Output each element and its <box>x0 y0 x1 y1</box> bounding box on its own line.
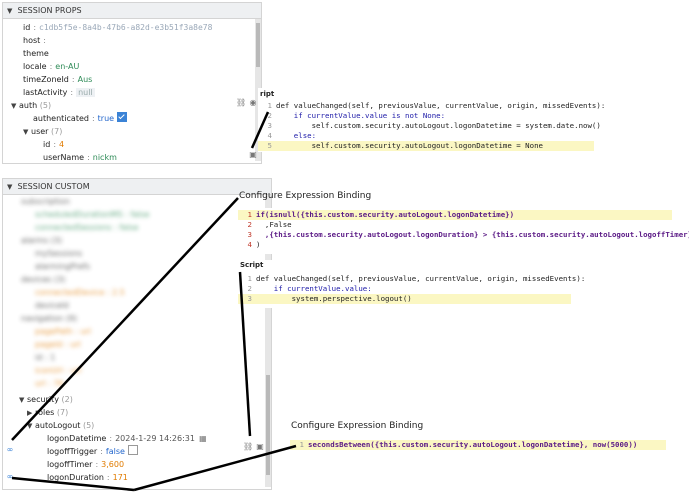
custom-row-logoff-timer[interactable]: logoffTimer:3,600 <box>47 458 124 471</box>
prop-row-username[interactable]: userName: nickm <box>43 151 117 164</box>
expr1-line: 2 ,False <box>247 220 292 229</box>
prop-row-timezone[interactable]: timeZoneId: Aus <box>23 73 92 86</box>
chevron-down-icon[interactable]: ▼ <box>23 126 31 139</box>
script2-label: Script <box>240 261 264 269</box>
chevron-down-icon[interactable]: ▼ <box>27 420 35 433</box>
session-props-tree: id: c1db5f5e-8a4b-47b6-a82d-e3b51f3a8e78 … <box>3 19 261 163</box>
prop-row-auth[interactable]: ▼ auth (5) <box>11 99 51 112</box>
prop-row-id[interactable]: id: c1db5f5e-8a4b-47b6-a82d-e3b51f3a8e78 <box>23 21 212 34</box>
logoff-trigger-checkbox[interactable] <box>127 445 138 455</box>
script-top-line: 1 def valueChanged(self, previousValue, c… <box>267 101 606 110</box>
prop-row-theme[interactable]: theme <box>23 47 49 60</box>
expr2-editor[interactable]: 1 secondsBetween({this.custom.security.au… <box>290 438 666 452</box>
prop-row-host[interactable]: host: <box>23 34 49 47</box>
chevron-down-icon[interactable]: ▼ <box>7 4 15 19</box>
custom-row-autologout[interactable]: ▼ autoLogout (5) <box>27 419 94 432</box>
script-top-line: 3 self.custom.security.autoLogout.logonD… <box>267 121 601 130</box>
expr2-line: 1 secondsBetween({this.custom.security.au… <box>290 440 666 450</box>
script2-line: 1 def valueChanged(self, previousValue, c… <box>247 274 586 283</box>
session-custom-header[interactable]: ▼ SESSION CUSTOM <box>3 179 271 195</box>
scrollbar-thumb[interactable] <box>256 23 260 67</box>
prop-row-locale[interactable]: locale: en-AU <box>23 60 79 73</box>
session-props-panel: ▼ SESSION PROPS id: c1db5f5e-8a4b-47b6-a8… <box>2 2 262 164</box>
script-top-label: ript <box>260 90 275 98</box>
script-top-editor[interactable]: ript 1 def valueChanged(self, previousVal… <box>258 88 606 152</box>
script2-editor[interactable]: Script 1 def valueChanged(self, previousV… <box>238 260 586 308</box>
expr1-line: 4) <box>247 240 261 249</box>
calendar-icon[interactable]: ▦ <box>198 434 208 444</box>
script2-line-highlighted: 3 system.perspective.logout() <box>238 294 571 304</box>
prop-row-authenticated[interactable]: authenticated: true <box>33 112 128 125</box>
eye-icon[interactable]: ◉ <box>248 98 258 108</box>
expr1-line: 3 ,{this.custom.security.autoLogout.logo… <box>247 230 689 239</box>
binding-icon[interactable]: ⛓ <box>243 442 253 452</box>
session-props-title: SESSION PROPS <box>17 6 82 15</box>
expr1-line: 1 if(isnull({this.custom.security.autoLog… <box>238 210 672 220</box>
prop-row-user[interactable]: ▼ user (7) <box>23 125 62 138</box>
expr1-title: Configure Expression Binding <box>239 191 372 201</box>
script-icon[interactable]: ▣ <box>248 150 258 160</box>
session-custom-panel: ▼ SESSION CUSTOM subscription scheduledD… <box>2 178 272 490</box>
chevron-down-icon[interactable]: ▼ <box>19 394 27 407</box>
custom-row-security[interactable]: ▼ security (2) <box>19 393 73 406</box>
blurred-tree-section: subscription scheduledDurationMS : false… <box>21 197 150 388</box>
script-top-line-highlighted: 5 self.custom.security.autoLogout.logonD… <box>258 141 594 151</box>
script-top-line: 2 if currentValue.value is not None: <box>267 111 446 120</box>
expr2-title: Configure Expression Binding <box>291 421 424 431</box>
binding-icon[interactable]: ⛓ <box>236 98 246 108</box>
custom-row-logon-datetime[interactable]: logonDatetime:2024-1-29 14:26:31 ▦ <box>47 432 208 445</box>
session-custom-title: SESSION CUSTOM <box>17 182 90 191</box>
custom-row-logon-duration[interactable]: logonDuration:171 <box>47 471 128 484</box>
binding-link-icon[interactable]: ∞ <box>5 472 15 482</box>
script2-line: 2 if currentValue.value: <box>247 284 372 293</box>
chevron-down-icon[interactable]: ▼ <box>7 180 15 195</box>
prop-row-user-id[interactable]: id:4 <box>43 138 64 151</box>
expr1-editor[interactable]: 1 if(isnull({this.custom.security.autoLog… <box>238 208 689 254</box>
binding-link-icon[interactable]: ∞ <box>5 445 15 455</box>
prop-row-last-activity[interactable]: lastActivity: null <box>23 86 95 99</box>
scrollbar-thumb[interactable] <box>266 375 270 475</box>
chevron-down-icon[interactable]: ▼ <box>11 100 19 113</box>
script-icon[interactable]: ▣ <box>255 442 265 452</box>
script-top-line: 4 else: <box>267 131 317 140</box>
custom-row-roles[interactable]: ▶ roles (7) <box>27 406 68 419</box>
authenticated-checkbox[interactable] <box>117 112 128 122</box>
custom-row-logoff-trigger[interactable]: logoffTrigger: false <box>47 445 138 458</box>
session-props-header[interactable]: ▼ SESSION PROPS <box>3 3 261 19</box>
